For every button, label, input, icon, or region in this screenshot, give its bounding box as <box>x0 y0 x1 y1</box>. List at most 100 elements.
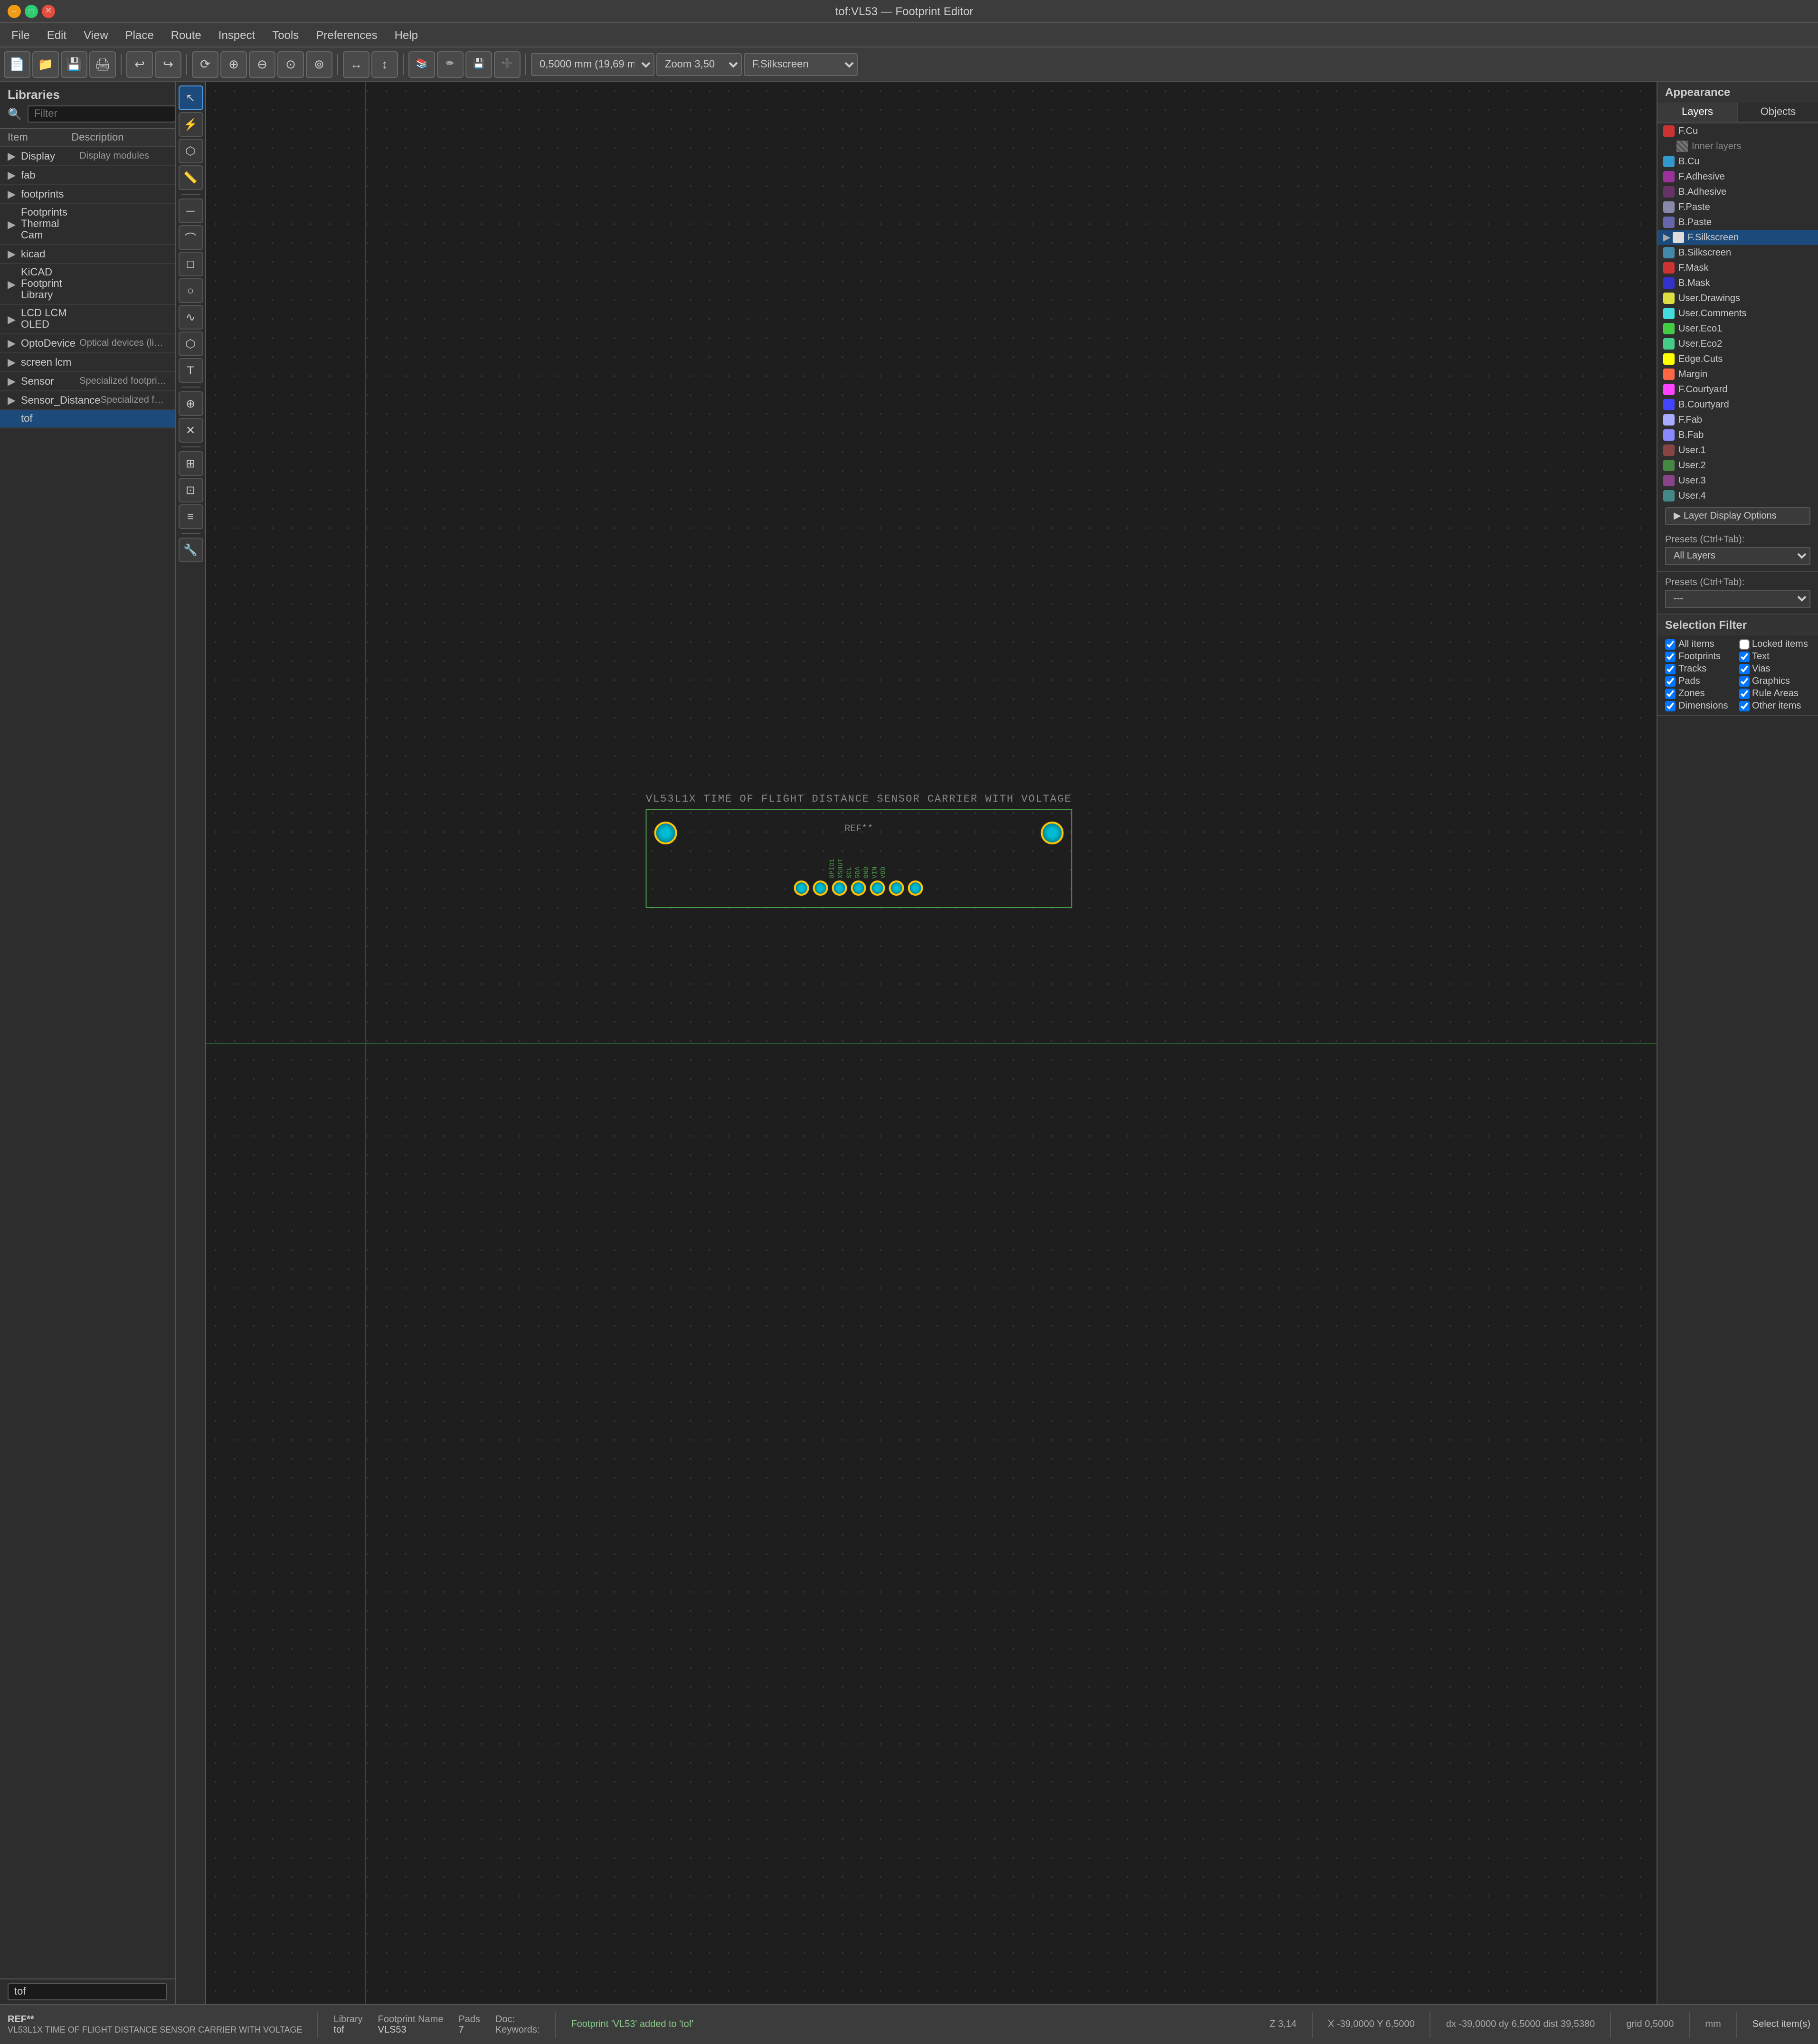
layer-bfab[interactable]: B.Fab <box>1657 427 1818 443</box>
layer-ffab[interactable]: F.Fab <box>1657 412 1818 427</box>
layer-edgecuts[interactable]: Edge.Cuts <box>1657 351 1818 367</box>
add-circle-tool[interactable]: ○ <box>178 278 203 303</box>
lib-item-opto[interactable]: ▶ OptoDevice Optical devices (light sens… <box>0 334 175 353</box>
lib-add-button[interactable]: ➕ <box>494 51 521 77</box>
add-poly-tool[interactable]: ⬡ <box>178 331 203 356</box>
layer-manager-tool[interactable]: ≡ <box>178 504 203 529</box>
layer-user4[interactable]: User.4 <box>1657 488 1818 503</box>
layer-fmask[interactable]: F.Mask <box>1657 260 1818 275</box>
active-layer-select[interactable]: F.Silkscreen <box>744 53 858 76</box>
lib-item-tof[interactable]: tof <box>0 410 175 428</box>
save-button[interactable]: 💾 <box>61 51 87 77</box>
filter-dimensions[interactable]: Dimensions <box>1665 701 1737 711</box>
new-button[interactable]: 📄 <box>4 51 30 77</box>
add-line-tool[interactable]: ─ <box>178 199 203 223</box>
filter-tracks[interactable]: Tracks <box>1665 664 1737 674</box>
scripting-tool[interactable]: ⊡ <box>178 478 203 502</box>
open-button[interactable]: 📁 <box>32 51 59 77</box>
redo-button[interactable]: ↪ <box>155 51 181 77</box>
layer-ucomments[interactable]: User.Comments <box>1657 306 1818 321</box>
filter-input[interactable] <box>28 105 176 123</box>
preset-select-2[interactable]: --- <box>1665 590 1810 608</box>
tab-layers[interactable]: Layers <box>1657 103 1738 122</box>
menu-view[interactable]: View <box>76 26 116 43</box>
layer-ueco2[interactable]: User.Eco2 <box>1657 336 1818 351</box>
menu-place[interactable]: Place <box>118 26 161 43</box>
menu-inspect[interactable]: Inspect <box>211 26 263 43</box>
layer-fcourtyard[interactable]: F.Courtyard <box>1657 382 1818 397</box>
zoom-select-button[interactable]: ⊚ <box>306 51 332 77</box>
canvas-area[interactable]: VL53L1X TIME OF FLIGHT DISTANCE SENSOR C… <box>206 82 1657 2004</box>
menu-file[interactable]: File <box>4 26 38 43</box>
inspect-tool[interactable]: ⚡ <box>178 112 203 137</box>
measure-tool[interactable]: 📏 <box>178 165 203 190</box>
minimize-button[interactable]: − <box>8 4 21 18</box>
layer-udrawings[interactable]: User.Drawings <box>1657 291 1818 306</box>
lib-item-footprints[interactable]: ▶ footprints <box>0 185 175 204</box>
add-arc-tool[interactable]: ⌒ <box>178 225 203 250</box>
zoom-in-button[interactable]: ⊕ <box>220 51 247 77</box>
zoom-fit-button[interactable]: ⊙ <box>277 51 304 77</box>
filter-footprints[interactable]: Footprints <box>1665 652 1737 662</box>
layer-badhesive[interactable]: B.Adhesive <box>1657 184 1818 199</box>
layer-inner[interactable]: Inner layers <box>1657 139 1818 154</box>
filter-all-items[interactable]: All items <box>1665 639 1737 650</box>
route-tool[interactable]: ⬡ <box>178 139 203 163</box>
layer-bcu[interactable]: B.Cu <box>1657 154 1818 169</box>
menu-route[interactable]: Route <box>163 26 209 43</box>
lib-item-screen[interactable]: ▶ screen lcm <box>0 353 175 372</box>
delete-tool[interactable]: ✕ <box>178 418 203 443</box>
menu-preferences[interactable]: Preferences <box>308 26 385 43</box>
add-rect-tool[interactable]: □ <box>178 252 203 276</box>
refresh-button[interactable]: ⟳ <box>192 51 218 77</box>
lib-item-lcd[interactable]: ▶ LCD LCM OLED <box>0 305 175 334</box>
filter-zones[interactable]: Zones <box>1665 689 1737 699</box>
lib-item-sensor-dist[interactable]: ▶ Sensor_Distance Specialized footprints… <box>0 391 175 410</box>
flip-v-button[interactable]: ↕ <box>371 51 398 77</box>
menu-edit[interactable]: Edit <box>39 26 74 43</box>
layer-bsilkscreen[interactable]: B.Silkscreen <box>1657 245 1818 260</box>
layer-fadhesive[interactable]: F.Adhesive <box>1657 169 1818 184</box>
filter-pads[interactable]: Pads <box>1665 676 1737 687</box>
zoom-out-button[interactable]: ⊖ <box>249 51 275 77</box>
lib-item-sensor[interactable]: ▶ Sensor Specialized footprints for mult… <box>0 372 175 391</box>
select-tool[interactable]: ↖ <box>178 85 203 110</box>
lib-item-Display[interactable]: ▶ Display Display modules <box>0 147 175 166</box>
lib-item-fab[interactable]: ▶ fab <box>0 166 175 185</box>
add-text-tool[interactable]: T <box>178 358 203 383</box>
layer-user2[interactable]: User.2 <box>1657 458 1818 473</box>
lib-edit-button[interactable]: ✏ <box>437 51 464 77</box>
lib-browse-button[interactable]: 📚 <box>408 51 435 77</box>
lib-save-button[interactable]: 💾 <box>465 51 492 77</box>
layer-fpaste[interactable]: F.Paste <box>1657 199 1818 215</box>
layer-margin[interactable]: Margin <box>1657 367 1818 382</box>
filter-text[interactable]: Text <box>1739 652 1810 662</box>
lib-search-input[interactable] <box>8 1983 167 2000</box>
filter-graphics[interactable]: Graphics <box>1739 676 1810 687</box>
layer-fsilkscreen[interactable]: ▶ F.Silkscreen <box>1657 230 1818 245</box>
layer-user1[interactable]: User.1 <box>1657 443 1818 458</box>
3d-view-tool[interactable]: ⊞ <box>178 451 203 476</box>
layer-fcu[interactable]: F.Cu <box>1657 123 1818 139</box>
layer-bmask[interactable]: B.Mask <box>1657 275 1818 291</box>
filter-locked-items[interactable]: Locked items <box>1739 639 1810 650</box>
close-button[interactable]: ✕ <box>42 4 55 18</box>
add-bezier-tool[interactable]: ∿ <box>178 305 203 330</box>
maximize-button[interactable]: □ <box>25 4 38 18</box>
add-pad-tool[interactable]: ⊕ <box>178 391 203 416</box>
layer-bcourtyard[interactable]: B.Courtyard <box>1657 397 1818 412</box>
layer-bpaste[interactable]: B.Paste <box>1657 215 1818 230</box>
tab-objects[interactable]: Objects <box>1738 103 1818 122</box>
menu-help[interactable]: Help <box>387 26 426 43</box>
lib-item-kicad-lib[interactable]: ▶ KiCAD Footprint Library <box>0 264 175 305</box>
grid-select[interactable]: 0,5000 mm (19,69 mils) <box>531 53 654 76</box>
preset-select-1[interactable]: All Layers <box>1665 547 1810 565</box>
filter-rule-areas[interactable]: Rule Areas <box>1739 689 1810 699</box>
misc-tool[interactable]: 🔧 <box>178 538 203 562</box>
filter-vias[interactable]: Vias <box>1739 664 1810 674</box>
undo-button[interactable]: ↩ <box>126 51 153 77</box>
zoom-level-select[interactable]: Zoom 3,50 <box>656 53 742 76</box>
flip-h-button[interactable]: ↔ <box>343 51 369 77</box>
print-button[interactable]: 🖨 <box>89 51 116 77</box>
layer-user3[interactable]: User.3 <box>1657 473 1818 488</box>
